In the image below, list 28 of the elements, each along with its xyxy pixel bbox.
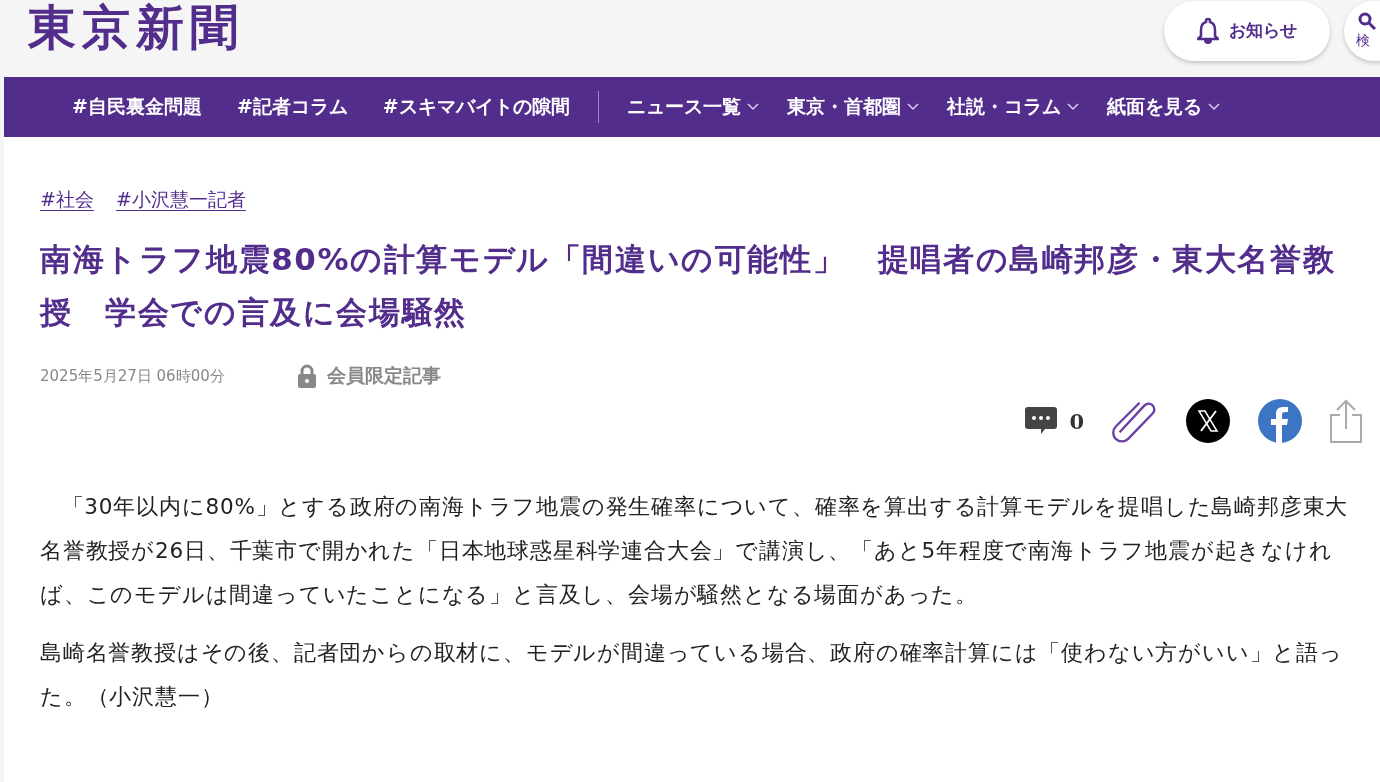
notice-button[interactable]: お知らせ [1164,0,1330,61]
nav-menu-item[interactable]: 社説・コラム [946,94,1079,120]
comment-icon[interactable] [1025,407,1058,435]
member-only-label: 会員限定記事 [326,363,441,388]
lock-icon [296,364,317,388]
comment-count: 0 [1069,408,1084,434]
chevron-down-icon [746,103,759,111]
topic-tag-link[interactable]: #社会 [40,187,94,213]
article-title: 南海トラフ地震80%の計算モデル「間違いの可能性」 提唱者の島崎邦彦・東大名誉教授 学会での言及に会場騒然 [40,240,1337,332]
article-paragraph: 島崎名誉教授はその後、記者団からの取材に、モデルが間違っている場合、政府の確率計算には「使わない方がいい」と語った。（小沢慧一） [40,639,1344,711]
chevron-down-icon [1207,103,1220,111]
publish-date: 2025年5月27日 06時00分 [40,366,225,386]
article-paragraph: 「30年以内に80%」とする政府の南海トラフ地震の発生確率について、確率を算出する計算モデルを提唱した島崎邦彦東大名誉教授が26日、千葉市で開かれた「日本地球惑星科学連合大会」で講演し、「あと5年程度で南海トラフ地震が起きなければ、このモデルは間違っていたことになる」と言及し、会場が騒然となる場面があった。 [40,493,1350,609]
nav-tag-link[interactable]: #記者コラム [236,94,348,120]
search-button[interactable]: 検 [1344,0,1380,61]
chevron-down-icon [906,103,919,111]
site-logo[interactable]: 東京新聞 [28,0,244,60]
facebook-icon[interactable] [1258,399,1302,443]
nav-menu-item[interactable]: ニュース一覧 [626,94,759,120]
nav-menu-item[interactable]: 紙面を見る [1106,94,1220,120]
chevron-down-icon [1066,103,1079,111]
search-icon [1358,11,1376,30]
bell-icon [1197,16,1219,45]
x-logo-icon[interactable] [1186,399,1230,443]
nav-menu-item[interactable]: 東京・首都圏 [786,94,919,120]
topic-tag-link[interactable]: #小沢慧一記者 [115,187,246,213]
nav-tag-link[interactable]: #自民裏金問題 [72,94,202,120]
nav-tag-link[interactable]: #スキマバイトの隙間 [382,94,570,120]
